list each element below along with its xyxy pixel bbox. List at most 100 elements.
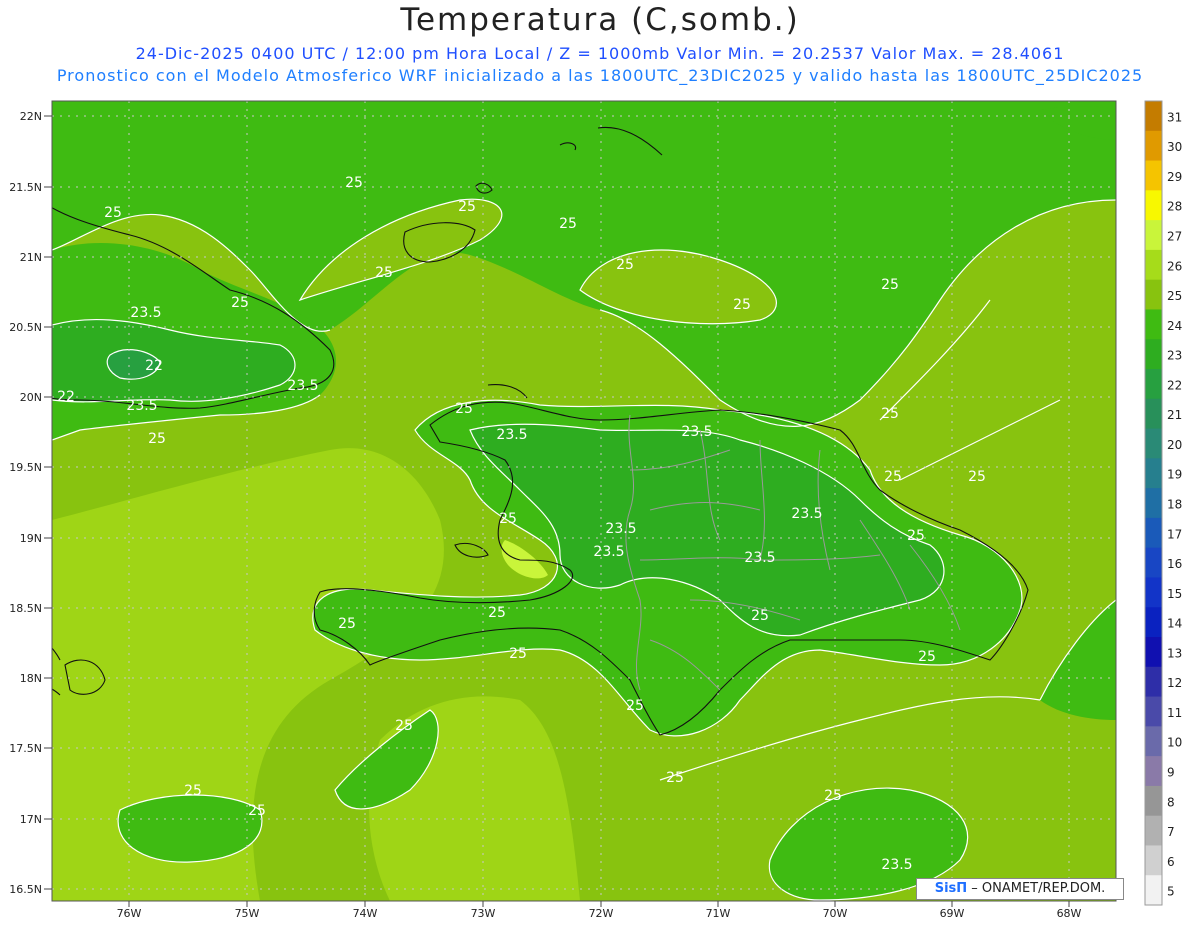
contour-label: 25 [666,770,684,786]
colorbar-swatch [1145,547,1162,578]
colorbar-label: 29 [1167,170,1182,184]
colorbar-label: 18 [1167,497,1182,511]
colorbar-swatch [1145,785,1162,817]
colorbar-label: 31 [1167,110,1182,124]
colorbar-label: 11 [1167,706,1182,720]
colorbar-label: 24 [1167,319,1182,333]
colorbar-label: 8 [1167,795,1175,809]
colorbar-label: 12 [1167,676,1182,690]
colorbar-swatch [1145,160,1162,191]
contour-label: 23.5 [681,424,712,440]
latitude-tick-label: 17.5N [9,742,42,755]
contour-label: 25 [455,401,473,417]
contour-label: 25 [733,297,751,313]
colorbar-swatch [1145,666,1162,698]
longitude-tick-label: 73W [471,907,496,920]
longitude-tick-label: 72W [589,907,614,920]
colorbar-swatch [1145,339,1162,370]
colorbar-label: 26 [1167,259,1182,273]
colorbar-swatch [1145,190,1162,221]
credit-box: SisΠ – ONAMET/REP.DOM. [916,878,1124,900]
colorbar-swatch [1145,607,1162,638]
colorbar-label: 25 [1167,289,1182,303]
contour-label: 25 [824,788,842,804]
contour-label: 25 [184,783,202,799]
contour-label: 25 [338,616,356,632]
colorbar: 31 30 29 28 27 26 25 24 23 22 21 20 19 18 17 16 15 14 13 12… [1144,100,1182,906]
contour-label: 23.5 [605,521,636,537]
colorbar-swatch [1145,458,1162,489]
contour-label: 25 [881,406,899,422]
contour-label: 25 [616,257,634,273]
longitude-axis: 76W 75W 74W 73W 72W 71W 70W 69W 68W [117,901,1082,920]
contour-label: 25 [104,205,122,221]
longitude-tick-label: 74W [353,907,378,920]
contour-label: 25 [509,646,527,662]
colorbar-swatch [1145,577,1162,608]
contour-label: 22 [57,389,75,405]
latitude-tick-label: 21N [20,251,42,264]
colorbar-swatch [1145,130,1162,162]
contour-label: 25 [559,216,577,232]
latitude-tick-label: 19N [20,532,42,545]
colorbar-label: 30 [1167,140,1182,154]
map-plot-area: 25 25 25 25 25 25 25 25 25 25 25 25 25 25 25 25 25 25 25 25… [52,101,1116,901]
latitude-tick-label: 22N [20,110,42,123]
latitude-axis: 22N 21.5N 21N 20.5N 20N 19.5N 19N 18.5N 18N 17.5N… [9,110,52,896]
colorbar-label: 27 [1167,229,1182,243]
colorbar-label: 16 [1167,557,1182,571]
colorbar-swatch [1145,696,1162,727]
contour-label: 23.5 [496,427,527,443]
contour-label: 25 [148,431,166,447]
contour-label: 23.5 [130,305,161,321]
contour-label: 25 [345,175,363,191]
contour-label: 25 [907,528,925,544]
longitude-tick-label: 69W [940,907,965,920]
colorbar-label: 15 [1167,587,1182,601]
latitude-tick-label: 20.5N [9,321,42,334]
contour-label: 25 [458,199,476,215]
temperature-map: 25 25 25 25 25 25 25 25 25 25 25 25 25 25 25 25 25 25 25 25… [9,100,1182,920]
latitude-tick-label: 16.5N [9,883,42,896]
colorbar-swatch [1145,398,1162,430]
contour-label: 23.5 [881,857,912,873]
colorbar-label: 28 [1167,200,1182,214]
colorbar-label: 19 [1167,468,1182,482]
contour-label: 25 [488,605,506,621]
contour-label: 25 [231,295,249,311]
latitude-tick-label: 18N [20,672,42,685]
latitude-tick-label: 17N [20,813,42,826]
colorbar-swatch [1145,726,1162,757]
latitude-tick-label: 18.5N [9,602,42,615]
colorbar-swatch [1145,875,1162,906]
colorbar-label: 17 [1167,527,1182,541]
colorbar-swatch [1145,517,1162,549]
colorbar-swatch [1145,845,1162,876]
longitude-tick-label: 68W [1057,907,1082,920]
contour-label: 25 [918,649,936,665]
colorbar-swatch [1145,488,1162,519]
colorbar-swatch [1145,369,1162,400]
contour-label: 25 [395,718,413,734]
colorbar-label: 5 [1167,885,1175,899]
contour-label: 23.5 [593,544,624,560]
contour-label: 23.5 [744,550,775,566]
colorbar-label: 7 [1167,825,1175,839]
contour-label: 25 [499,511,517,527]
latitude-tick-label: 19.5N [9,461,42,474]
longitude-tick-label: 70W [823,907,848,920]
contour-label: 25 [626,698,644,714]
longitude-tick-label: 71W [706,907,731,920]
colorbar-swatch [1145,815,1162,846]
colorbar-label: 23 [1167,349,1182,363]
colorbar-swatch [1145,756,1162,787]
contour-label: 25 [751,608,769,624]
contour-label: 25 [248,803,266,819]
longitude-tick-label: 75W [235,907,260,920]
contour-label: 25 [968,469,986,485]
longitude-tick-label: 76W [117,907,142,920]
colorbar-label: 6 [1167,855,1175,869]
contour-label: 23.5 [791,506,822,522]
colorbar-swatch [1145,637,1162,668]
colorbar-label: 9 [1167,765,1175,779]
